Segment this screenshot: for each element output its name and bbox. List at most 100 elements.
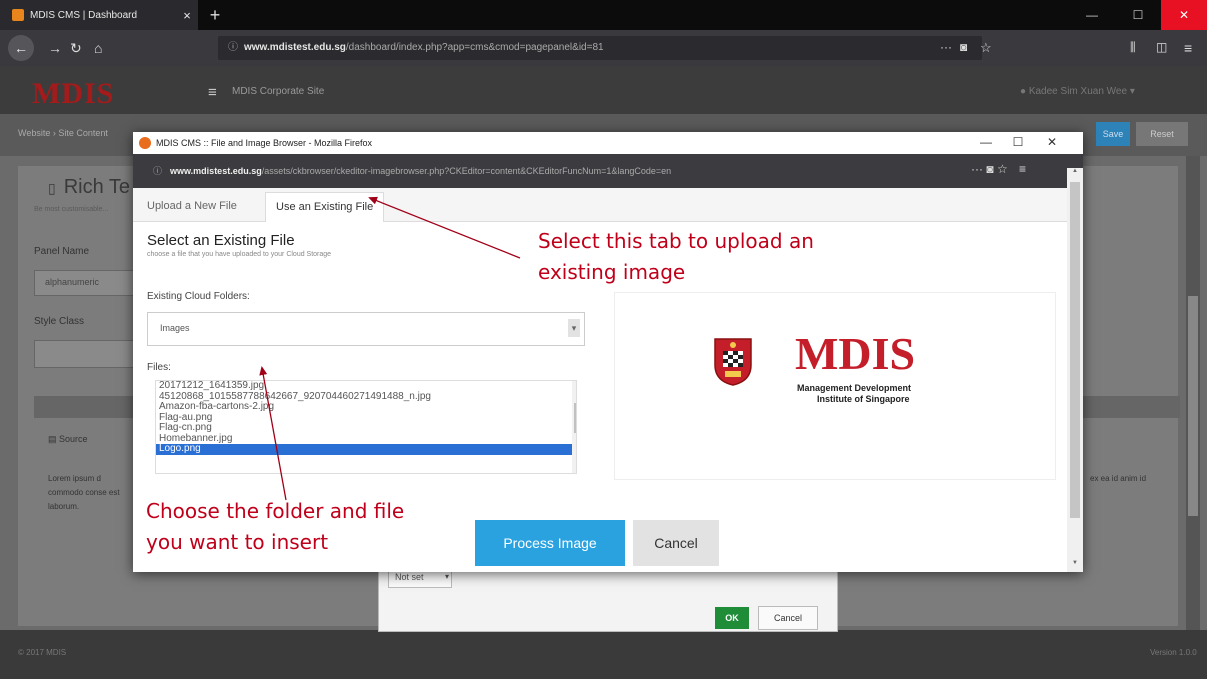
- browser-tab-bar: MDIS CMS | Dashboard × + — ☐ ✕: [0, 0, 1207, 30]
- sidebar-icon[interactable]: ◫: [1156, 40, 1167, 54]
- save-button[interactable]: Save: [1096, 122, 1130, 146]
- user-menu[interactable]: ● Kadee Sim Xuan Wee ▾: [1020, 86, 1135, 97]
- style-class-field[interactable]: [34, 340, 146, 368]
- user-name: Kadee Sim Xuan Wee: [1028, 86, 1128, 97]
- cancel-button[interactable]: Cancel: [633, 520, 719, 566]
- style-class-label: Style Class: [34, 316, 85, 327]
- mdis-logo-line2: Institute of Singapore: [817, 394, 910, 404]
- browser-tab-title: MDIS CMS | Dashboard: [30, 9, 138, 21]
- bookmark-star-icon[interactable]: ☆: [980, 40, 992, 56]
- file-item[interactable]: 20171212_1641359.jpg: [156, 381, 576, 392]
- file-list[interactable]: 20171212_1641359.jpg 45120868_1015587788…: [155, 380, 577, 474]
- panel-title-text: Rich Te: [63, 176, 131, 198]
- editor-text-right: ex ea id anim id: [1090, 474, 1147, 483]
- browser-nav-bar: ← → ↻ ⌂ ⓘ www.mdistest.edu.sg/dashboard/i…: [0, 30, 1207, 66]
- breadcrumb[interactable]: Website › Site Content: [18, 128, 108, 138]
- browser-tab[interactable]: MDIS CMS | Dashboard ×: [0, 0, 198, 30]
- files-label: Files:: [147, 362, 171, 373]
- popup-maximize-icon[interactable]: ☐: [1007, 135, 1029, 149]
- popup-title: MDIS CMS :: File and Image Browser - Moz…: [156, 138, 373, 148]
- panel-name-value: alphanumeric: [45, 277, 100, 287]
- bookmark-star-icon[interactable]: ☆: [997, 162, 1008, 176]
- folders-label: Existing Cloud Folders:: [147, 291, 250, 302]
- info-icon: ⓘ: [228, 42, 238, 53]
- file-list-scrollbar[interactable]: ▲ ▼: [572, 381, 576, 473]
- tab-close-icon[interactable]: ×: [176, 8, 198, 23]
- section-subtitle: choose a file that you have uploaded to …: [147, 251, 332, 258]
- folder-select[interactable]: Images ▾: [147, 312, 585, 346]
- file-item[interactable]: Homebanner.jpg: [156, 433, 576, 445]
- scroll-up-icon[interactable]: ▲: [1069, 168, 1081, 178]
- panel-subtitle: Be most customisable...: [34, 206, 109, 213]
- hamburger-icon[interactable]: ≡: [208, 84, 217, 101]
- version-text: Version 1.0.0: [1150, 648, 1197, 657]
- file-list-scroll-thumb[interactable]: [574, 403, 576, 433]
- reload-icon[interactable]: ↻: [70, 40, 82, 57]
- scroll-down-icon[interactable]: ▼: [1069, 560, 1081, 570]
- file-item[interactable]: Flag-au.png: [156, 412, 576, 424]
- firefox-icon: [139, 137, 151, 149]
- doc-icon: ▯: [48, 180, 56, 196]
- chevron-down-icon[interactable]: ▾: [568, 319, 580, 337]
- alignment-select-value: Not set: [395, 572, 424, 582]
- popup-url[interactable]: ⓘ www.mdistest.edu.sg/assets/ckbrowser/ck…: [153, 161, 961, 181]
- popup-close-icon[interactable]: ✕: [1041, 135, 1063, 149]
- folder-select-value: Images: [160, 323, 190, 333]
- mdis-logo-text: MDIS: [795, 328, 916, 379]
- maximize-icon[interactable]: ☐: [1115, 0, 1161, 30]
- menu-icon[interactable]: ≡: [1184, 40, 1192, 56]
- home-icon[interactable]: ⌂: [94, 40, 102, 56]
- pocket-icon[interactable]: ◙: [986, 162, 993, 176]
- library-icon[interactable]: ⫼: [1130, 40, 1136, 55]
- address-bar[interactable]: ⓘ www.mdistest.edu.sg/dashboard/index.php…: [218, 36, 982, 60]
- popup-url-domain: www.mdistest.edu.sg: [170, 166, 262, 176]
- tab-upload-new-file[interactable]: Upload a New File: [137, 192, 247, 220]
- copyright-text: © 2017 MDIS: [18, 648, 67, 657]
- menu-icon[interactable]: ≡: [1019, 162, 1026, 176]
- file-item-selected[interactable]: Logo.png: [156, 443, 576, 455]
- pocket-icon[interactable]: ◙: [960, 40, 967, 54]
- window-close-icon[interactable]: ✕: [1161, 0, 1207, 30]
- process-image-button[interactable]: Process Image: [475, 520, 625, 566]
- mdis-logo-line1: Management Development: [797, 383, 912, 393]
- image-preview: MDIS Management Development Institute of…: [614, 292, 1056, 480]
- source-icon: ▤: [48, 434, 57, 444]
- dialog-ok-button[interactable]: OK: [715, 607, 749, 629]
- dialog-cancel-button[interactable]: Cancel: [758, 606, 818, 630]
- cms-footer: [0, 630, 1207, 679]
- minimize-icon[interactable]: —: [1069, 0, 1115, 30]
- popup-address-bar[interactable]: ⓘ www.mdistest.edu.sg/assets/ckbrowser/ck…: [133, 154, 1083, 188]
- back-arrow-icon[interactable]: ←: [8, 35, 34, 61]
- annotation-tab-hint: Select this tab to upload an existing im…: [538, 229, 814, 284]
- popup-url-path: /assets/ckbrowser/ckeditor-imagebrowser.…: [261, 166, 672, 176]
- info-icon: ⓘ: [153, 166, 163, 176]
- file-item[interactable]: Amazon-fba-cartons-2.jpg: [156, 401, 576, 413]
- tab-strip: Upload a New File Use an Existing File: [133, 188, 1067, 222]
- forward-arrow-icon[interactable]: →: [48, 40, 62, 56]
- scroll-down-icon[interactable]: ▼: [573, 463, 576, 473]
- url-path: /dashboard/index.php?app=cms&cmod=pagepa…: [345, 42, 604, 53]
- editor-source-button[interactable]: ▤ Source: [48, 434, 88, 445]
- panel-name-field[interactable]: alphanumeric: [34, 270, 146, 296]
- panel-name-label: Panel Name: [34, 246, 90, 257]
- file-item[interactable]: Flag-cn.png: [156, 422, 576, 434]
- page-scrollbar-thumb[interactable]: [1188, 296, 1198, 516]
- user-icon: ●: [1020, 86, 1027, 97]
- scroll-up-icon[interactable]: ▲: [573, 381, 576, 391]
- reset-button[interactable]: Reset: [1136, 122, 1188, 146]
- editor-text-left: Lorem ipsum d commodo conse est laborum.: [48, 474, 120, 511]
- popup-minimize-icon[interactable]: —: [975, 135, 997, 149]
- site-favicon-icon: [12, 9, 24, 21]
- cms-logo: MDIS: [32, 77, 115, 110]
- popup-titlebar: MDIS CMS :: File and Image Browser - Moz…: [133, 132, 1083, 154]
- page-actions-icon[interactable]: ···: [971, 162, 983, 176]
- panel-title: ▯ Rich Te: [48, 176, 130, 199]
- popup-scrollbar-thumb[interactable]: [1070, 182, 1080, 518]
- corporate-site-link[interactable]: MDIS Corporate Site: [232, 86, 324, 97]
- new-tab-button[interactable]: +: [203, 3, 227, 27]
- crest-icon: [714, 338, 752, 386]
- popup-url-icons: ··· ◙ ☆ ≡: [971, 162, 1026, 176]
- section-title: Select an Existing File: [147, 232, 295, 249]
- tab-use-existing-file[interactable]: Use an Existing File: [265, 192, 385, 222]
- page-actions-icon[interactable]: ···: [940, 40, 952, 54]
